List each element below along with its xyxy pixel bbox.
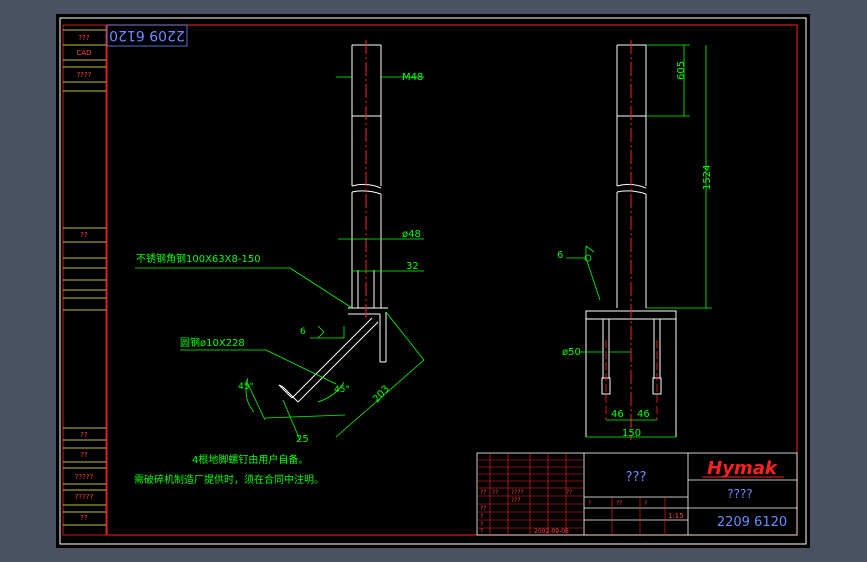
left-label-8: ?? [80,514,88,522]
left-label-3: ?? [80,231,88,239]
left-label-5: ?? [80,451,88,459]
tb-company-logo: Hymak [707,458,778,479]
note-2: 需破碎机制造厂提供时，须在合同中注明。 [134,473,324,486]
tb-small-5: ?? [480,505,486,512]
front-view: M48 ø48 32 203 25 45° 45° 6 不锈钢角钢100X63X… [135,40,425,445]
weld-size-front: 6 [300,327,306,337]
tb-drawing-number: 2209 6120 [717,515,787,530]
note-1: 4根地脚螺钉由用户自备。 [192,453,308,466]
dim-1524: 1524 [702,165,713,190]
tb-small-7: ? [480,521,483,528]
dim-150: 150 [622,428,641,439]
dim-605: 605 [676,61,687,80]
dim-dia-48: ø48 [402,229,421,240]
left-label-7: ????? [75,493,94,501]
sheet-border [59,17,807,545]
tb-small-0: ?? [480,489,486,496]
dim-203: 203 [371,384,392,406]
title-block: ?? ?? ???? ??? ?? ?? ? ? ? ? ?? ? 2002-0… [476,452,798,536]
dim-46-right: 46 [637,409,650,420]
side-view: 605 1524 ø50 46 46 150 6 [557,40,713,440]
left-label-0: ??? [78,34,89,42]
notes: 4根地脚螺钉由用户自备。 需破碎机制造厂提供时，须在合同中注明。 [134,453,324,486]
rotated-drawing-number: 2209 6120 [109,27,185,43]
left-label-1: CAD [76,49,91,57]
tb-date: 2002-09-06 [534,528,569,535]
leader-angle-steel: 不锈钢角钢100X63X8-150 [136,252,261,265]
tb-small-10: ?? [616,500,622,507]
dim-angle-left: 45° [238,382,254,392]
tb-small-2: ???? [511,489,524,496]
tb-small-11: ? [644,500,647,507]
tb-small-4: ?? [566,489,572,496]
dim-32: 32 [406,261,419,272]
dim-dia-50: ø50 [562,347,581,358]
tb-small-3: ??? [511,497,521,504]
tb-small-9: ? [588,500,591,507]
left-label-6: ????? [75,473,94,481]
left-label-column: ??? CAD ???? ?? ?? ?? ????? ????? ?? [62,24,107,536]
tb-name: ???? [727,487,752,501]
tb-scale: 1:15 [668,512,684,520]
tb-small-6: ? [480,513,483,520]
dim-m48: M48 [402,72,423,83]
weld-size-side: 6 [557,250,563,261]
tb-small-1: ?? [492,489,498,496]
leader-round-steel: 圆钢ø10X228 [180,336,245,349]
tb-title: ??? [626,470,647,485]
dim-46-left: 46 [611,409,624,420]
tb-small-8: ? [480,528,483,535]
dim-angle-right: 45° [334,385,350,395]
left-label-2: ???? [77,71,92,79]
dim-25: 25 [296,434,309,445]
left-label-4: ?? [80,431,88,439]
rotated-number-box: 2209 6120 [106,24,188,47]
cad-drawing: ??? CAD ???? ?? ?? ?? ????? ????? ?? 220… [59,17,807,545]
